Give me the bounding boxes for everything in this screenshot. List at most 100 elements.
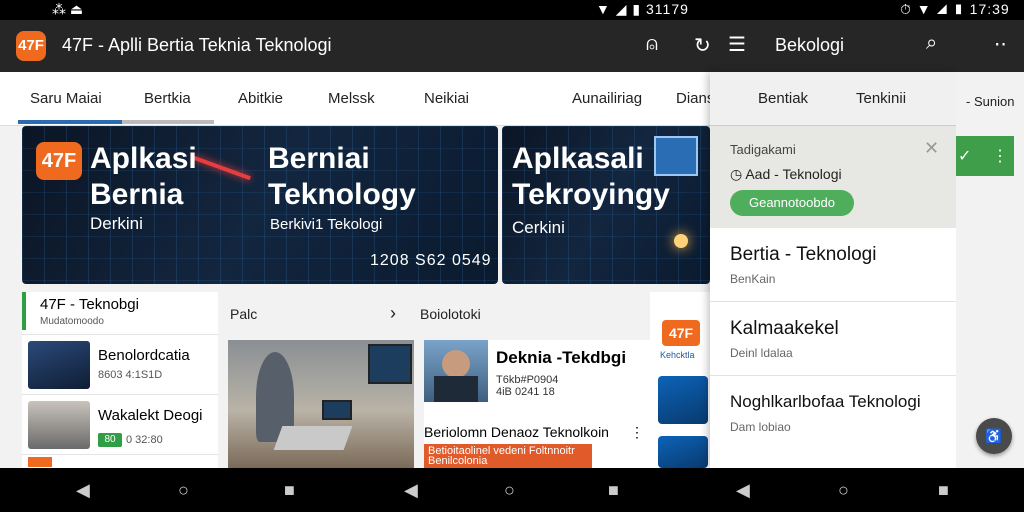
close-icon[interactable]: ✕ — [924, 138, 939, 159]
list-item-title: Benolordcatia — [98, 347, 190, 364]
panel-tabs: Bentiak Tenkinii — [710, 72, 956, 126]
phone-thumbnail — [28, 341, 90, 389]
tab-neikiai[interactable]: Neikiai — [424, 90, 469, 107]
panel-item[interactable]: Noghlkarlbofaa Teknologi Dam lobiao — [710, 376, 956, 450]
banner-title2-line2: Teknology — [268, 178, 416, 211]
promo-button[interactable]: Geannotoobdo — [730, 190, 854, 216]
strip-logo: 47F — [662, 320, 700, 346]
panel-item-title: Kalmaakekel — [730, 318, 839, 339]
recents-icon[interactable]: ■ — [938, 480, 949, 501]
panel-item[interactable]: Kalmaakekel Deinl ldalaa — [710, 302, 956, 376]
system-nav-bar: ◀ ○ ■ ◀ ○ ■ ◀ ○ ■ — [0, 468, 1024, 512]
tab-aunailiriag[interactable]: Aunailiriag — [572, 90, 642, 107]
tab-abitkie[interactable]: Abitkie — [238, 90, 283, 107]
anchor-thumbnail — [424, 340, 488, 402]
promo-label: Tadigakami — [730, 142, 796, 157]
more-vert-icon[interactable]: ⋮ — [630, 424, 644, 441]
news-card-red-banner: Betioitaolinel vedeni Foltnnoitr Benilco… — [424, 444, 592, 468]
news-card-title: Deknia -Tekdbgi — [496, 348, 627, 367]
app-title: 47F - Aplli Bertia Teknia Teknologi — [62, 35, 332, 55]
list-item-badge: 80 — [98, 433, 122, 447]
list-item[interactable] — [22, 454, 218, 468]
back-icon[interactable]: ◀ — [736, 480, 750, 501]
tab-saru-maiai[interactable]: Saru Maiai — [30, 90, 102, 107]
home-icon[interactable]: ○ — [838, 480, 849, 501]
clock-icon: ◷ — [730, 166, 746, 182]
green-action-bar[interactable]: ✓ ⋮ — [956, 136, 1014, 176]
news-feed: Palc › Boiolotoki Deknia -Tekdbgi T6kb#P… — [228, 292, 650, 468]
status-time-right: ⏱ ▼ ◢ ▮ 17:39 — [900, 1, 1010, 17]
dropdown-panel: Bentiak Tenkinii Tadigakami ✕ ◷ Aad - Te… — [710, 72, 956, 468]
app-bar: 47F 47F - Aplli Bertia Teknia Teknologi … — [0, 20, 1024, 72]
laptop-illustration — [273, 426, 353, 450]
section-label: Palc — [230, 306, 258, 322]
banner-title-line2: Bernia — [90, 178, 184, 211]
hero-banner-secondary[interactable]: Aplkasali Tekroyingy Cerkini — [502, 126, 710, 284]
search-icon[interactable]: ⌕ — [926, 32, 937, 55]
tab-bertkia[interactable]: Bertkia — [144, 90, 191, 107]
tab-dians[interactable]: Dians — [676, 90, 714, 107]
panel-tab-bentiak[interactable]: Bentiak — [758, 90, 808, 107]
banner-title-line1: Aplkasi — [90, 142, 197, 175]
news-card[interactable]: Deknia -Tekdbgi T6kb#P0904 4iB 0241 18 Be… — [424, 340, 650, 468]
status-icons-left: ⁂ ⏏ — [52, 1, 84, 17]
face-illustration — [442, 350, 470, 378]
more-vert-icon[interactable]: ⋮ — [992, 146, 1008, 166]
banner-number: 1208 S62 0549 — [370, 252, 492, 269]
list-item-meta: 0 32:80 — [126, 434, 163, 446]
strip-label: Kehcktla — [660, 350, 695, 360]
news-card-headline: Beriolomn Denaoz Teknolkoin — [424, 424, 609, 440]
chevron-right-icon[interactable]: › — [390, 303, 396, 324]
banner-subtitle2: Berkivi1 Tekologi — [270, 216, 383, 233]
news-card-meta: T6kb#P0904 4iB 0241 18 — [496, 374, 559, 398]
tab-indicator-secondary — [122, 120, 214, 124]
person-thumbnail — [28, 401, 90, 449]
list-item[interactable]: Wakalekt Deogi 80 0 32:80 — [22, 394, 218, 454]
edge-label: - Sunion — [966, 94, 1015, 109]
trending-list: 47F - Teknobgi Mudatomoodo Benolordcatia… — [22, 292, 218, 468]
spark-icon — [674, 234, 688, 248]
list-title: 47F - Teknobgi — [40, 296, 139, 313]
tab-indicator — [18, 120, 122, 124]
banner-title2-line1: Berniai — [268, 142, 370, 175]
news-photo-office[interactable] — [228, 340, 414, 468]
hero-banner[interactable]: 47F Aplkasi Bernia Derkini Berniai Tekno… — [22, 126, 498, 284]
panel-item-subtitle: Deinl ldalaa — [730, 346, 793, 360]
menu-icon[interactable]: ☰ — [728, 32, 746, 57]
recents-icon[interactable]: ■ — [284, 480, 295, 501]
back-icon[interactable]: ◀ — [76, 480, 90, 501]
app-logo[interactable]: 47F — [16, 31, 46, 61]
monitor-illustration — [368, 344, 412, 384]
list-item[interactable]: Benolordcatia 8603 4:1S1D — [22, 334, 218, 394]
banner-subtitle: Derkini — [90, 214, 143, 233]
strip-thumbnail[interactable] — [658, 376, 708, 424]
panel-item-subtitle: Dam lobiao — [730, 420, 791, 434]
suit-illustration — [434, 376, 478, 402]
banner2-subtitle: Cerkini — [512, 218, 565, 237]
promo-subtitle: ◷ Aad - Teknologi — [730, 166, 842, 182]
tab-melssk[interactable]: Melssk — [328, 90, 375, 107]
banner2-title-line1: Aplkasali — [512, 142, 644, 175]
panel-item-title: Bertia - Teknologi — [730, 244, 877, 265]
home-icon[interactable]: ○ — [504, 480, 515, 501]
home-icon[interactable]: ○ — [178, 480, 189, 501]
overflow-menu-icon[interactable]: ⋅⋅ — [994, 32, 1007, 57]
list-item-meta: 8603 4:1S1D — [98, 369, 163, 381]
list-subtitle: Mudatomoodo — [40, 316, 104, 327]
share-icon[interactable]: ↻ — [694, 33, 711, 58]
drawer-title: Bekologi — [775, 35, 845, 55]
check-icon: ✓ — [958, 148, 972, 165]
back-icon[interactable]: ◀ — [404, 480, 418, 501]
list-item-thumbnail — [28, 457, 52, 467]
status-time-mid: ▼ ◢ ▮ 31179 — [596, 1, 689, 17]
panel-item-title: Noghlkarlbofaa Teknologi — [730, 392, 921, 411]
strip-thumbnail[interactable] — [658, 436, 708, 468]
recents-icon[interactable]: ■ — [608, 480, 619, 501]
panel-item[interactable]: Bertia - Teknologi BenKain — [710, 228, 956, 302]
panel-tab-tenkinii[interactable]: Tenkinii — [856, 90, 906, 107]
accessibility-fab[interactable]: ♿ — [976, 418, 1012, 454]
side-strip: 47F Kehcktla — [650, 292, 710, 468]
account-icon[interactable]: ⍝ — [646, 33, 658, 56]
category-tabs: Saru Maiai Bertkia Abitkie Melssk Neikia… — [0, 72, 714, 126]
banner2-title-line2: Tekroyingy — [512, 178, 670, 211]
